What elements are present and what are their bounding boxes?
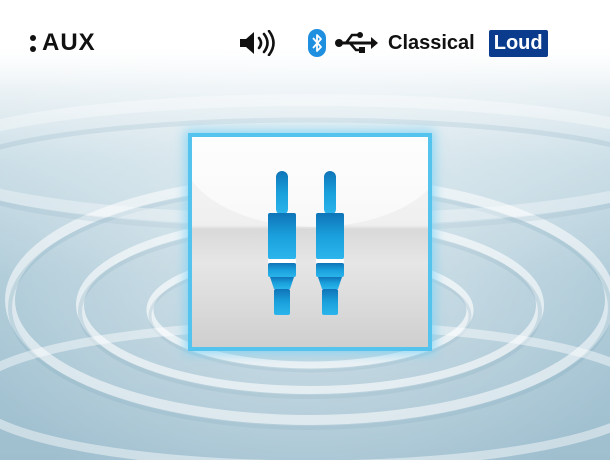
- eq-mode-label: Classical: [388, 31, 475, 54]
- status-icons: Classical Loud: [238, 28, 548, 58]
- source-label: AUX: [42, 29, 96, 56]
- usb-icon: [335, 32, 378, 53]
- volume-icon: [240, 30, 275, 56]
- source-indicator[interactable]: AUX: [30, 29, 96, 57]
- aux-source-screen: AUX Classical Loud: [0, 0, 610, 460]
- loud-badge: Loud: [488, 29, 548, 57]
- bluetooth-icon: [308, 29, 326, 57]
- status-bar: AUX Classical Loud: [0, 0, 610, 86]
- aux-source-tile[interactable]: [188, 133, 432, 351]
- aux-cable-icon: [268, 171, 344, 315]
- source-menu-icon: [30, 34, 36, 52]
